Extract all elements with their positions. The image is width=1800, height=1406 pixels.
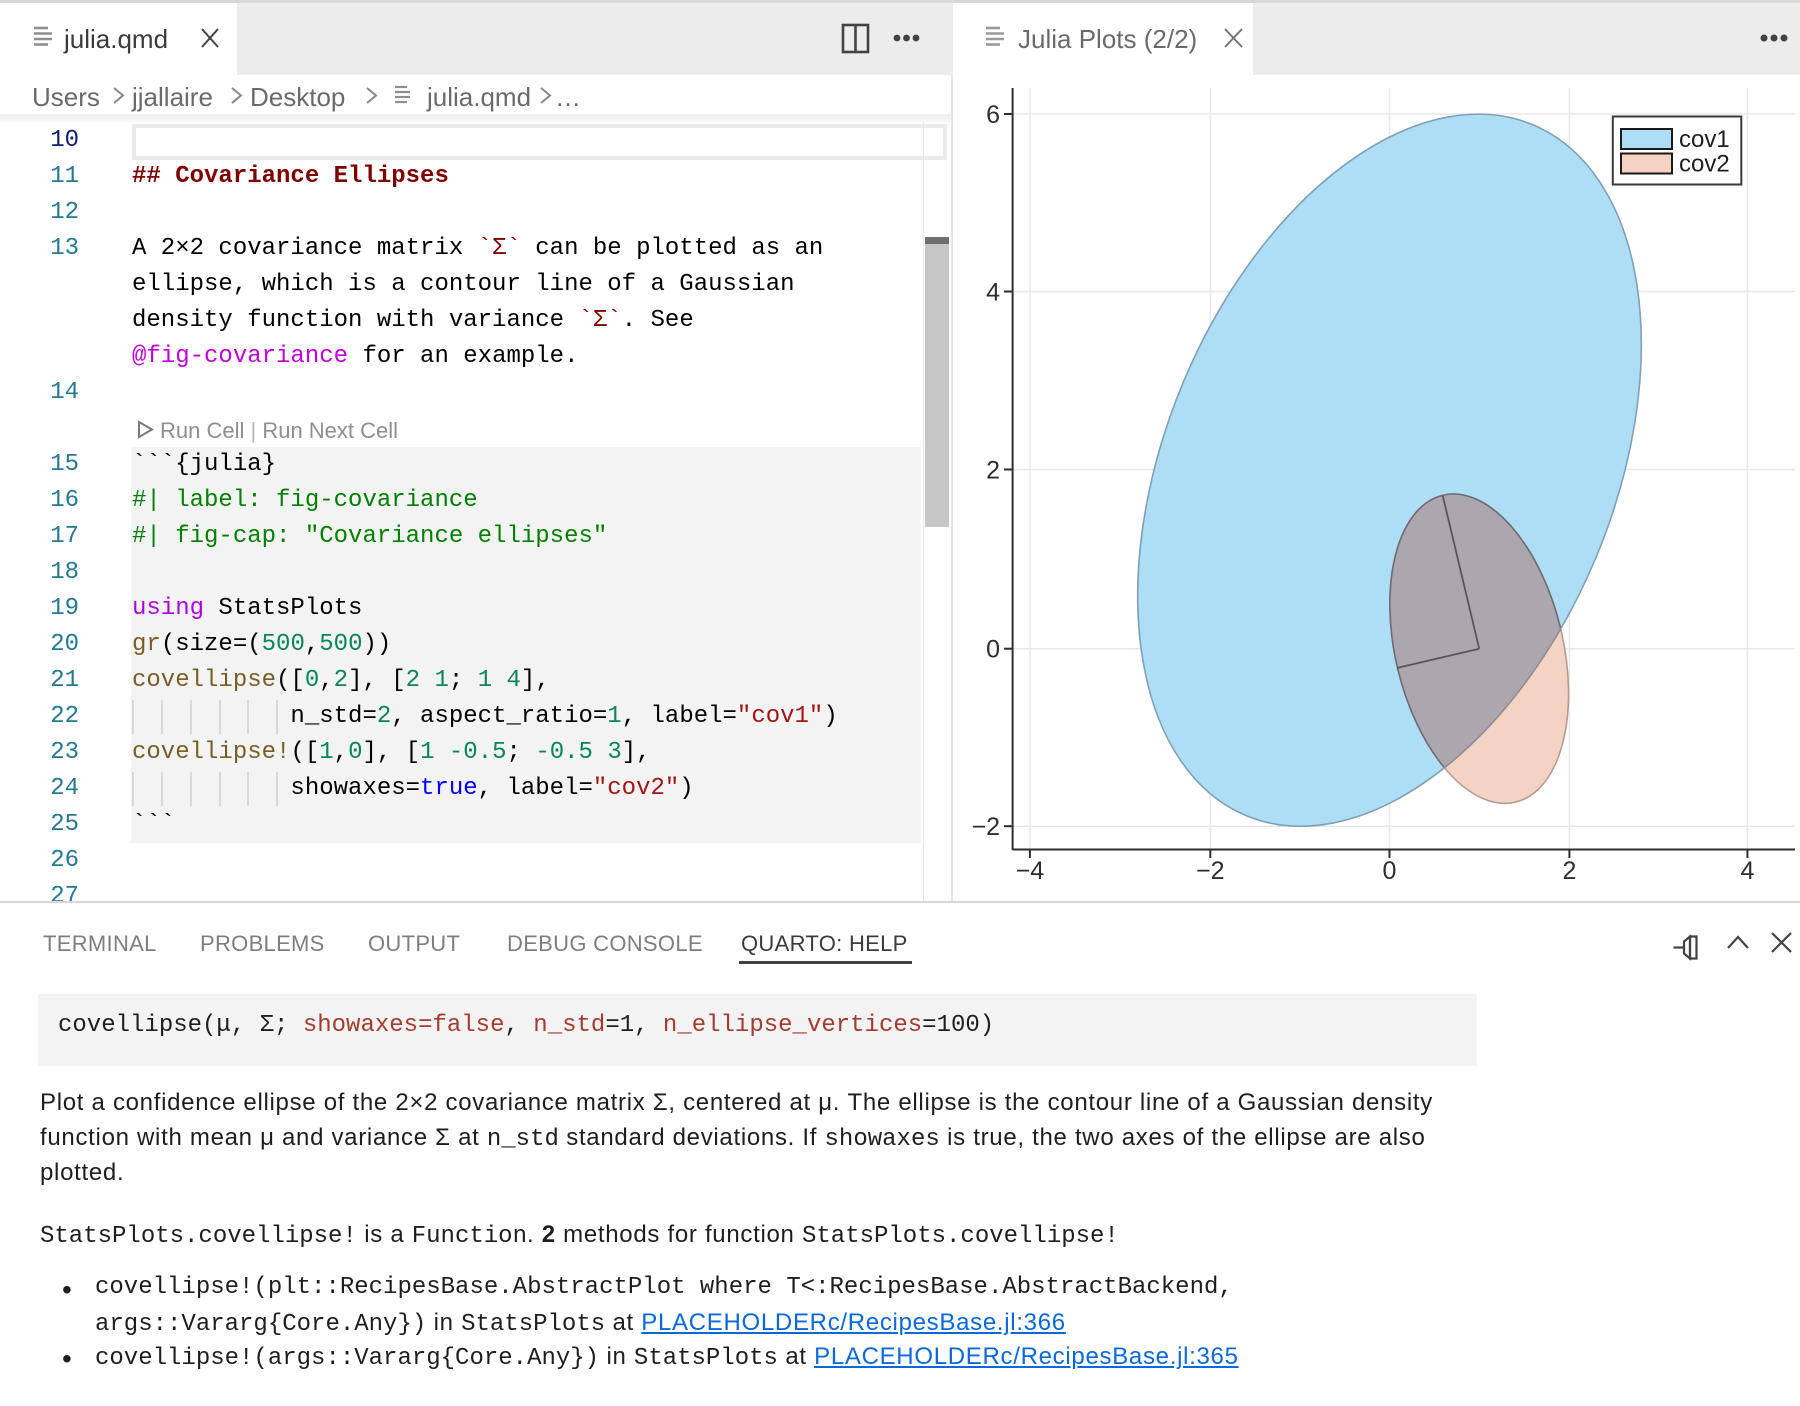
svg-text:2: 2 [986,457,1000,485]
svg-text:−2: −2 [1196,857,1225,885]
svg-text:−4: −4 [1016,857,1045,885]
svg-text:cov1: cov1 [1679,126,1730,153]
svg-text:2: 2 [1562,857,1576,885]
svg-text:−2: −2 [971,813,1000,841]
svg-text:4: 4 [1740,857,1754,885]
svg-text:0: 0 [1383,857,1397,885]
svg-text:0: 0 [986,636,1000,664]
svg-text:cov2: cov2 [1679,151,1730,178]
svg-text:4: 4 [986,279,1000,307]
svg-text:6: 6 [986,101,1000,129]
